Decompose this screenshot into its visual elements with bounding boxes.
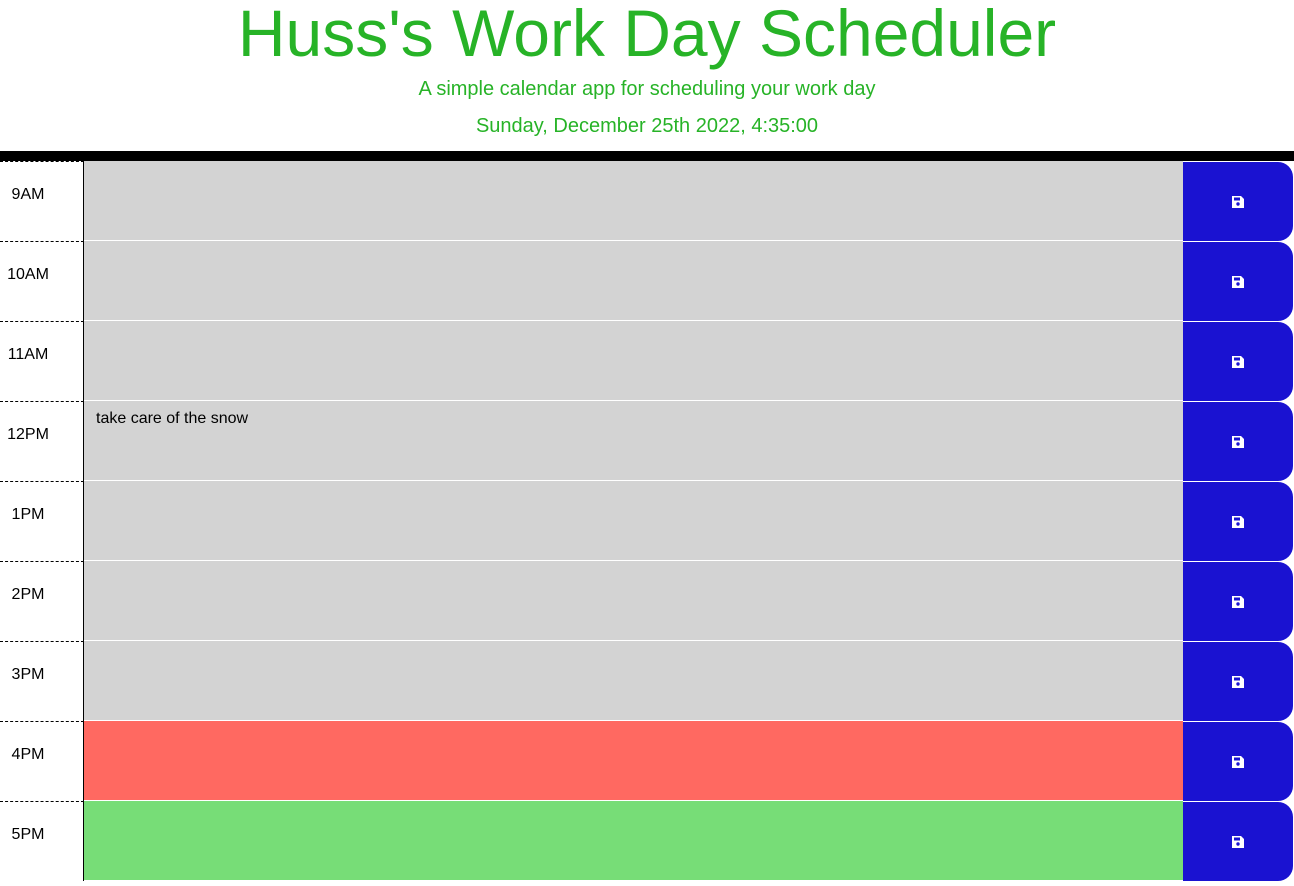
floppy-disk-icon [1232,195,1244,208]
floppy-disk-icon [1232,435,1244,448]
hour-label-cell: 5PM [0,801,84,881]
save-button[interactable] [1183,402,1293,481]
page-subtitle: A simple calendar app for scheduling you… [418,78,876,100]
time-block-3pm: 3PM [0,641,1294,721]
hour-label-cell: 1PM [0,481,84,561]
time-block-10am: 10AM [0,241,1294,321]
hour-label: 10AM [7,266,49,283]
hour-label-cell: 12PM [0,401,84,481]
floppy-disk-icon [1232,515,1244,528]
time-block-4pm: 4PM [0,721,1294,801]
save-button[interactable] [1183,802,1293,881]
floppy-disk-icon [1232,355,1244,368]
save-button[interactable] [1183,162,1293,241]
time-block-list: 9AM 10AM 11AM 12PM take care of the snow… [0,161,1294,881]
header: Huss's Work Day Scheduler A simple calen… [0,0,1294,151]
time-block-11am: 11AM [0,321,1294,401]
event-description-input[interactable] [84,481,1183,561]
save-button[interactable] [1183,242,1293,321]
floppy-disk-icon [1232,595,1244,608]
floppy-disk-icon [1232,755,1244,768]
hour-label-cell: 3PM [0,641,84,721]
hour-label: 1PM [11,506,45,523]
time-block-9am: 9AM [0,161,1294,241]
hour-label-cell: 11AM [0,321,84,401]
hour-label-cell: 9AM [0,161,84,241]
event-description-input[interactable] [84,561,1183,641]
event-description-input[interactable] [84,321,1183,401]
save-button[interactable] [1183,642,1293,721]
save-button[interactable] [1183,322,1293,401]
hour-label-cell: 2PM [0,561,84,641]
hour-label-cell: 4PM [0,721,84,801]
event-description-input[interactable] [84,801,1183,881]
hour-label: 3PM [11,666,45,683]
hour-label: 12PM [7,426,49,443]
save-button[interactable] [1183,562,1293,641]
event-description-input[interactable] [84,241,1183,321]
hour-label: 9AM [11,186,45,203]
save-button[interactable] [1183,722,1293,801]
hour-label: 2PM [11,586,45,603]
floppy-disk-icon [1232,275,1244,288]
event-description-input[interactable] [84,161,1183,241]
header-divider [0,151,1294,161]
time-block-2pm: 2PM [0,561,1294,641]
event-description-input[interactable]: take care of the snow [84,401,1183,481]
current-day: Sunday, December 25th 2022, 4:35:00 [475,115,819,137]
floppy-disk-icon [1232,835,1244,848]
page-title: Huss's Work Day Scheduler [237,0,1057,70]
hour-label: 4PM [11,746,45,763]
time-block-12pm: 12PM take care of the snow [0,401,1294,481]
hour-label: 5PM [11,826,45,843]
event-description-input[interactable] [84,721,1183,801]
time-block-1pm: 1PM [0,481,1294,561]
time-block-5pm: 5PM [0,801,1294,881]
hour-label-cell: 10AM [0,241,84,321]
event-description-input[interactable] [84,641,1183,721]
hour-label: 11AM [7,346,49,363]
save-button[interactable] [1183,482,1293,561]
floppy-disk-icon [1232,675,1244,688]
